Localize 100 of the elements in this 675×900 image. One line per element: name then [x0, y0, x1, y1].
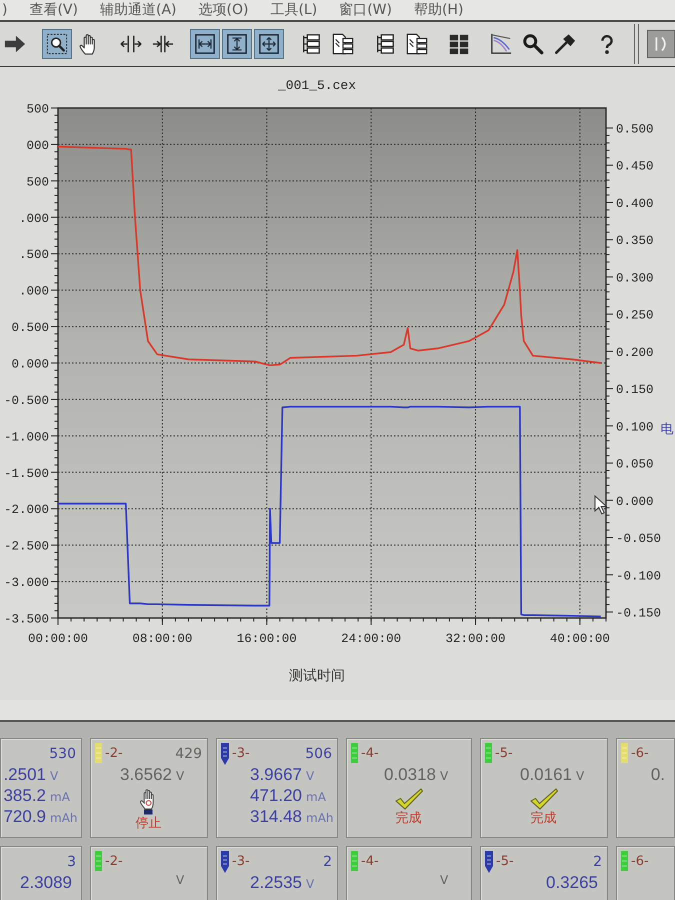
y-tick-label: -3.000: [4, 576, 49, 590]
check-icon: [530, 788, 558, 810]
menu-item[interactable]: 工具(L): [270, 1, 318, 19]
reading-unit: V: [175, 769, 186, 783]
reading-value: 0.: [650, 765, 665, 785]
y-tick-label: 500: [26, 102, 49, 116]
x-tick-label: 40:00:00: [550, 632, 610, 646]
curve-chart-icon: [490, 33, 512, 55]
cycle-count: 2: [323, 854, 332, 870]
y-tick-label: -1.500: [4, 466, 49, 481]
toolbar-button[interactable]: [42, 29, 72, 59]
reading-value: 385.2: [3, 786, 46, 806]
channel-card[interactable]: -2- V: [90, 846, 208, 900]
secondary-y-tick-label: 0.500: [616, 122, 654, 136]
y-tick-label: -2.000: [4, 503, 49, 518]
channel-number: -6-: [631, 854, 649, 869]
status-label: 完成: [396, 811, 422, 827]
y-tick-label: -0.500: [4, 394, 49, 408]
secondary-y-axis-label: 电: [660, 422, 674, 437]
zoom-box-icon: [46, 33, 68, 55]
status-label: 停止: [136, 816, 162, 832]
menu-item[interactable]: 选项(O): [198, 1, 248, 19]
channel-number: -5-: [495, 746, 513, 761]
reading-value: 471.20: [250, 786, 302, 806]
channel-card[interactable]: 530 .2501 V 385.2 mA 720.9 mAh: [0, 738, 82, 838]
secondary-y-tick-label: 0.000: [616, 494, 654, 509]
secondary-y-tick-label: 0.150: [616, 383, 654, 398]
secondary-y-tick-label: 0.200: [616, 346, 654, 360]
secondary-y-tick-label: -0.100: [616, 569, 662, 584]
reading-value: 0.0318: [384, 765, 436, 785]
menu-item[interactable]: ): [2, 1, 8, 19]
reading-unit: V: [175, 873, 186, 887]
channel-card[interactable]: -6- 0.: [616, 738, 675, 838]
menu-item[interactable]: 查看(V): [29, 1, 78, 19]
reading-unit: V: [575, 769, 586, 783]
y-tick-label: .500: [18, 248, 49, 262]
menu-item[interactable]: 辅助通道(A): [100, 1, 176, 19]
channel-number: -5-: [496, 854, 514, 869]
cycle-count: 429: [175, 746, 202, 762]
x-tick-label: 00:00:00: [28, 632, 88, 646]
y-tick-label: 500: [26, 175, 49, 190]
channel-card[interactable]: -5- 0.0161 V 完成: [480, 738, 608, 838]
secondary-y-tick-label: 0.100: [616, 420, 654, 434]
channel-card[interactable]: -6-: [616, 846, 675, 900]
y-tick-label: -1.000: [4, 430, 49, 444]
reading-value: 3.6562: [120, 765, 172, 785]
x-axis-label: 测试时间: [289, 668, 345, 684]
split-icon: [120, 33, 142, 55]
channel-card[interactable]: -4- 0.0318 V 完成: [346, 738, 472, 838]
chart-title: _001_5.cex: [278, 78, 356, 93]
reading-unit: V: [439, 873, 450, 887]
y-tick-label: 000: [26, 138, 49, 153]
merge-icon: [152, 33, 174, 55]
channel-number: -3-: [232, 854, 250, 869]
channel-card[interactable]: -3- 2 2.2535 V: [216, 846, 338, 900]
x-tick-label: 24:00:00: [341, 632, 402, 646]
tree-document-icon: [406, 33, 428, 55]
right-arrow-icon: [4, 33, 26, 55]
y-tick-label: -2.500: [4, 540, 49, 554]
secondary-y-tick-label: 0.400: [616, 196, 654, 211]
channel-number: -6-: [631, 746, 649, 761]
toolbar-button[interactable]: [254, 29, 284, 59]
y-tick-label: .000: [18, 212, 49, 226]
reading-value: 314.48: [250, 807, 302, 827]
channel-number: -3-: [232, 746, 250, 761]
reading-unit: V: [49, 769, 60, 783]
channel-card[interactable]: -2- 429 3.6562 V 停止: [90, 738, 208, 838]
secondary-y-tick-label: 0.250: [616, 308, 654, 323]
reading-unit: V: [439, 769, 450, 783]
toolbar-button[interactable]: [190, 29, 220, 59]
y-tick-label: 0.500: [11, 321, 49, 336]
y-tick-label: 0.000: [11, 358, 49, 372]
channel-number: -4-: [361, 854, 379, 869]
hammer-icon: [554, 33, 576, 55]
fit-height-icon: [226, 33, 248, 55]
cycle-count: 3: [67, 854, 76, 870]
reading-value: 0.0161: [520, 765, 572, 785]
channel-number: -2-: [105, 854, 123, 869]
secondary-y-tick-label: 0.350: [616, 234, 654, 248]
channel-card[interactable]: -5- 2 0.3265: [480, 846, 608, 900]
reading-unit: mAh: [305, 811, 332, 825]
cycle-count: 530: [49, 746, 76, 762]
menu-item[interactable]: 帮助(H): [414, 1, 464, 19]
secondary-y-tick-label: 0.300: [616, 271, 654, 286]
reading-unit: V: [305, 877, 316, 891]
channel-number: -4-: [361, 746, 379, 761]
bracket-tile-icon[interactable]: [646, 29, 675, 59]
toolbar-button[interactable]: [222, 29, 252, 59]
channel-card[interactable]: -3- 506 3.9667 V 471.20 mA 314.48 mAh: [216, 738, 338, 838]
x-tick-label: 16:00:00: [236, 632, 297, 646]
channel-card[interactable]: -4- V: [346, 846, 472, 900]
status-label: 完成: [530, 811, 556, 827]
x-tick-label: 32:00:00: [446, 632, 506, 646]
x-tick-label: 08:00:00: [132, 632, 192, 646]
menu-item[interactable]: 窗口(W): [339, 1, 392, 19]
reading-value: .2501: [3, 765, 46, 785]
channel-card[interactable]: 3 2.3089: [0, 846, 82, 900]
secondary-y-tick-label: -0.050: [616, 532, 662, 546]
cycle-count: 506: [305, 746, 332, 762]
reading-unit: mAh: [49, 811, 76, 825]
